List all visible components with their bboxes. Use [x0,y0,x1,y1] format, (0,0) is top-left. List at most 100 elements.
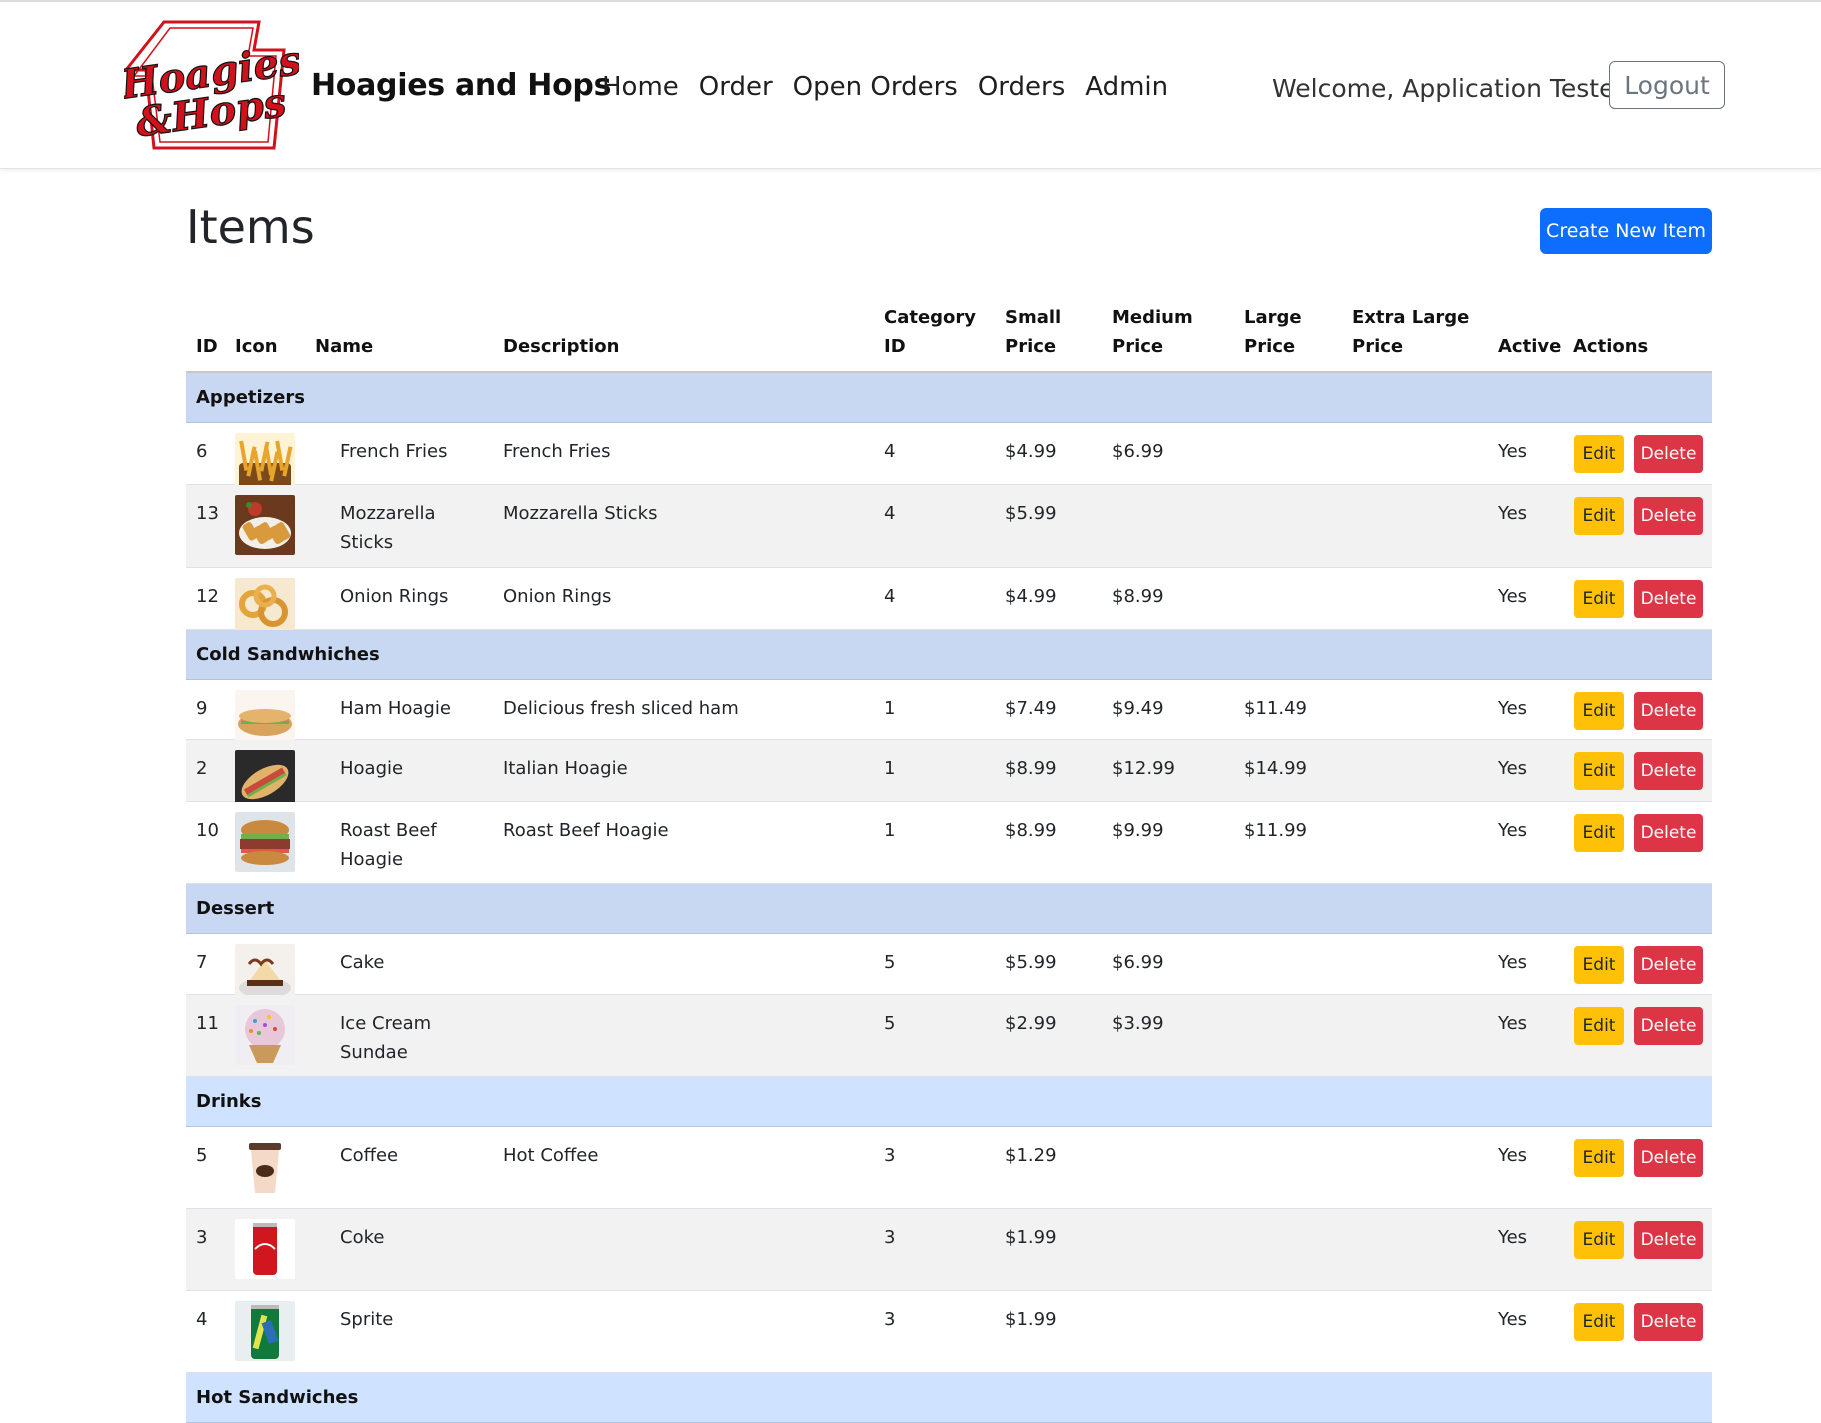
cell-medium-price: $9.49 [1112,698,1164,720]
cell-active: Yes [1498,1013,1528,1035]
cell-description: Mozzarella Sticks [503,503,658,525]
edit-button[interactable]: Edit [1574,1302,1624,1341]
delete-button[interactable]: Delete [1634,497,1703,536]
header-small-price: Small Price [1005,303,1061,361]
cell-medium-price: $3.99 [1112,1013,1164,1035]
edit-button[interactable]: Edit [1574,1221,1624,1260]
delete-button[interactable]: Delete [1634,1302,1703,1341]
header-small-line1: Small [1005,307,1062,328]
nav-open-orders[interactable]: Open Orders [793,72,958,102]
edit-button[interactable]: Edit [1574,435,1624,473]
cell-description: Hot Coffee [503,1145,599,1167]
cell-description: Roast Beef Hoagie [503,819,669,841]
welcome-text: Welcome, Application Tester [1272,74,1625,103]
edit-button[interactable]: Edit [1574,1139,1624,1178]
delete-button[interactable]: Delete [1634,1007,1703,1046]
nav-admin[interactable]: Admin [1085,72,1168,102]
cell-description: French Fries [503,441,611,462]
edit-button[interactable]: Edit [1574,692,1624,731]
category-group-label: Drinks [196,1091,262,1113]
delete-button[interactable]: Delete [1634,579,1703,618]
navbar: Hoagies &Hops Hoagies and Hops Home Orde… [0,2,1821,169]
delete-button[interactable]: Delete [1634,692,1703,731]
cell-category-id: 3 [884,1227,896,1249]
cell-name: Coke [340,1227,385,1249]
cell-description: Italian Hoagie [503,758,628,780]
table-row: 11 Ice Cream Sundae 5 $2.99 $3.99 Yes Edit Dele… [186,995,1712,1078]
coke-can-image [235,1219,295,1280]
cell-small-price: $8.99 [1005,819,1057,841]
edit-button[interactable]: Edit [1574,752,1624,791]
cell-active: Yes [1498,758,1528,780]
header-actions: Actions [1573,336,1649,357]
cell-id: 13 [196,503,219,525]
cell-id: 10 [196,819,219,841]
cell-category-id: 4 [884,503,896,525]
cell-category-id: 5 [884,1013,896,1035]
delete-button[interactable]: Delete [1634,1139,1703,1178]
delete-button[interactable]: Delete [1634,752,1703,791]
table-row: 5 Coffee Hot Coffee 3 $1.29 Yes Edit Delete [186,1127,1712,1210]
cell-medium-price: $6.99 [1112,441,1164,462]
cell-large-price: $11.99 [1244,819,1307,841]
cell-category-id: 1 [884,758,896,780]
header-description: Description [503,336,620,357]
cell-category-id: 4 [884,585,896,607]
nav-orders[interactable]: Orders [978,72,1065,102]
edit-button[interactable]: Edit [1574,945,1624,984]
header-medium-line2: Price [1112,336,1164,357]
delete-button[interactable]: Delete [1634,945,1703,984]
cell-active: Yes [1498,698,1528,720]
brand-logo[interactable]: Hoagies &Hops [116,20,305,150]
cell-active: Yes [1498,1227,1528,1249]
nav-order[interactable]: Order [699,72,773,102]
cell-active: Yes [1498,1145,1528,1167]
cell-id: 12 [196,585,219,607]
cell-small-price: $1.29 [1005,1145,1057,1167]
edit-button[interactable]: Edit [1574,1007,1624,1046]
cell-small-price: $4.99 [1005,441,1057,462]
cell-id: 2 [196,758,208,780]
nav-home[interactable]: Home [602,72,679,102]
category-group-label: Appetizers [196,387,305,408]
edit-button[interactable]: Edit [1574,579,1624,618]
cell-description: Onion Rings [503,585,612,607]
category-group-row: Appetizers [186,373,1712,423]
header-name: Name [315,336,374,357]
delete-button[interactable]: Delete [1634,1221,1703,1260]
header-large-line1: Large [1244,307,1302,328]
fries-image [235,433,295,493]
cell-name: Cake [340,951,385,973]
table-row: 7 Cake 5 $5.99 $6.99 Yes Edit Delete [186,933,1712,1004]
items-table: ID Icon Name Description Category ID Smal… [186,300,1712,1423]
cell-active: Yes [1498,819,1528,841]
category-group-row: Dessert [186,883,1712,934]
edit-button[interactable]: Edit [1574,813,1624,852]
header-medium-line1: Medium [1112,307,1193,328]
category-group-label: Dessert [196,897,275,919]
table-row: 6 French Fries French Fries 4 $4.99 $6.99 Yes E… [186,423,1712,493]
header-category-line1: Category [884,307,977,328]
cell-active: Yes [1498,585,1528,607]
cell-small-price: $1.99 [1005,1308,1057,1330]
cell-large-price: $11.49 [1244,698,1307,720]
cell-small-price: $2.99 [1005,1013,1057,1035]
cell-name: Hoagie [340,758,404,780]
header-xl-line1: Extra Large [1352,307,1470,328]
onion-rings-image [235,577,295,638]
edit-button[interactable]: Edit [1574,497,1624,536]
brand-name[interactable]: Hoagies and Hops [311,68,611,103]
cell-name: Roast Beef Hoagie [340,819,437,870]
delete-button[interactable]: Delete [1634,813,1703,852]
cell-small-price: $8.99 [1005,758,1057,780]
cell-large-price: $14.99 [1244,758,1307,780]
cell-id: 6 [196,441,208,462]
header-xl-line2: Price [1352,336,1404,357]
table-row: 9 Ham Hoagie Delicious fresh sliced ham 1 $7… [186,680,1712,751]
logout-button[interactable]: Logout [1609,61,1725,109]
delete-button[interactable]: Delete [1634,435,1703,473]
cell-category-id: 1 [884,698,896,720]
cell-name: Sprite [340,1308,394,1330]
category-group-row: Cold Sandwhiches [186,630,1712,681]
create-new-item-button[interactable]: Create New Item [1540,208,1712,254]
